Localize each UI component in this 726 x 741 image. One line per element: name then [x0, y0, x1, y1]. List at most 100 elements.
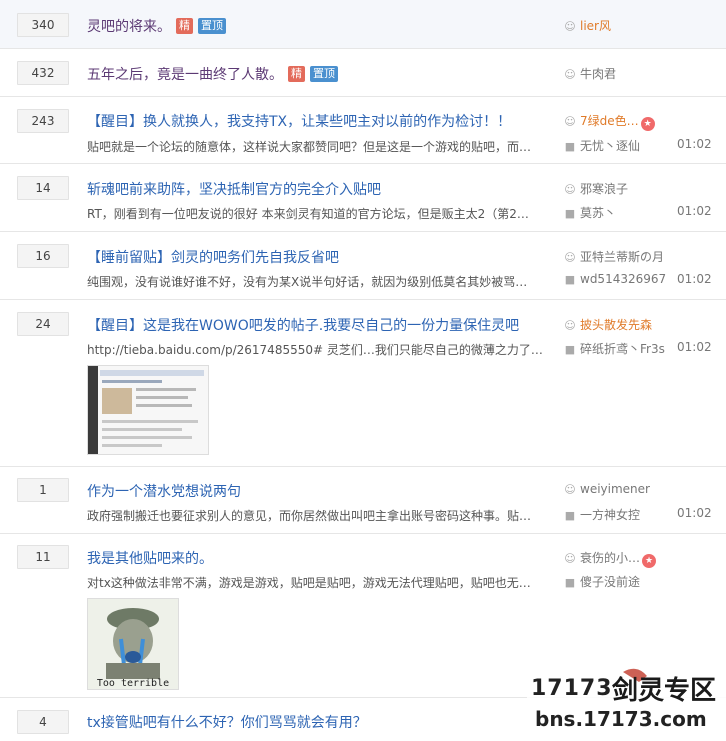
site-watermark-logo: 17173 剑灵专区 bns.17173.com	[527, 664, 726, 737]
reply-time: 01:02	[677, 506, 712, 520]
badge-featured: 精	[176, 18, 193, 34]
crying-soldier-image	[88, 599, 178, 689]
author-link[interactable]: weiyimener	[580, 482, 650, 496]
thread-abstract: http://tieba.baidu.com/p/2617485550# 灵芝们…	[87, 343, 542, 357]
user-icon: ☺	[564, 183, 576, 196]
thread-row: 1 作为一个潜水党想说两句 政府强制搬迁也要征求别人的意见，而你居然做出叫吧主拿…	[0, 467, 726, 534]
last-replier-link[interactable]: wd514326967	[580, 272, 666, 286]
thread-title: 灵吧的将来。精置顶	[87, 16, 226, 36]
author: ☺ lier风	[564, 17, 611, 34]
last-replier-link[interactable]: 一方神女控	[580, 508, 640, 522]
thread-title-link[interactable]: 【醒目】换人就换人，我支持TX，让某些吧主对以前的作为检讨！！	[87, 114, 511, 130]
last-replier: ■ 一方神女控	[564, 506, 640, 523]
reply-icon: ■	[564, 343, 576, 356]
reply-icon: ■	[564, 273, 576, 286]
author-link[interactable]: 披头散发先森	[580, 318, 652, 332]
author-link[interactable]: 衰伤的小…	[580, 551, 640, 565]
user-icon: ☺	[564, 552, 576, 565]
author: ☺ 牛肉君	[564, 65, 616, 82]
thread-row: 14 斩魂吧前来助阵，坚决抵制官方的完全介入贴吧 RT，刚看到有一位吧友说的很好…	[0, 164, 726, 232]
screenshot-thumbnail[interactable]	[87, 365, 209, 455]
last-replier-link[interactable]: 无忧丶逐仙	[580, 139, 640, 153]
reply-count: 340	[17, 13, 69, 37]
last-replier: ■ wd514326967	[564, 272, 666, 286]
medal-icon: ★	[640, 117, 655, 131]
reply-time: 01:02	[677, 204, 712, 218]
thread-abstract: RT，刚看到有一位吧友说的很好 本来剑灵有知道的官方论坛，但是贩主太2（第2…	[87, 207, 529, 221]
author: ☺ 披头散发先森	[564, 316, 652, 333]
watermark-site: 17173	[531, 676, 613, 701]
thread-title: 作为一个潜水党想说两句	[87, 481, 241, 501]
user-icon: ☺	[564, 319, 576, 332]
reply-time: 01:02	[677, 340, 712, 354]
watermark-url: bns.17173.com	[535, 707, 707, 731]
last-replier: ■ 无忧丶逐仙	[564, 137, 640, 154]
thread-title-link[interactable]: 【睡前留贴】剑灵的吧务们先自我反省吧	[87, 250, 339, 266]
thread-abstract: 纯围观，没有说谁好谁不好，没有为某X说半句好话，就因为级别低莫名其妙被骂…	[87, 275, 528, 289]
user-icon: ☺	[564, 483, 576, 496]
thread-abstract: 政府强制搬迁也要征求别人的意见，而你居然做出叫吧主拿出账号密码这种事。贴…	[87, 509, 532, 523]
author: ☺ 7绿de色… ★	[564, 112, 655, 131]
thread-title-link[interactable]: 【醒目】这是我在WOWO吧发的帖子.我要尽自己的一份力量保住灵吧	[87, 318, 519, 334]
thread-row: 24 【醒目】这是我在WOWO吧发的帖子.我要尽自己的一份力量保住灵吧 http…	[0, 300, 726, 467]
thread-row: 243 【醒目】换人就换人，我支持TX，让某些吧主对以前的作为检讨！！ 贴吧就是…	[0, 97, 726, 164]
last-replier-link[interactable]: 碎纸折鸢丶Fr3s	[580, 342, 665, 356]
reply-icon: ■	[564, 509, 576, 522]
thread-title: 我是其他贴吧来的。	[87, 548, 213, 568]
user-icon: ☺	[564, 251, 576, 264]
reply-icon: ■	[564, 576, 576, 589]
author-link[interactable]: 邪寒浪子	[580, 182, 628, 196]
thread-abstract: 贴吧就是一个论坛的随意体，这样说大家都赞同吧？但是这是一个游戏的贴吧，而…	[87, 140, 532, 154]
badge-pinned: 置顶	[310, 66, 338, 82]
user-icon: ☺	[564, 115, 576, 128]
author: ☺ weiyimener	[564, 482, 650, 496]
thread-title: 【醒目】换人就换人，我支持TX，让某些吧主对以前的作为检讨！！	[87, 111, 511, 131]
thread-title-link[interactable]: 灵吧的将来。	[87, 19, 171, 35]
reply-count: 432	[17, 61, 69, 85]
thread-title-link[interactable]: 作为一个潜水党想说两句	[87, 484, 241, 500]
reply-count: 11	[17, 545, 69, 569]
author: ☺ 衰伤的小… ★	[564, 549, 657, 568]
reply-count: 14	[17, 176, 69, 200]
thread-title-link[interactable]: 斩魂吧前来助阵，坚决抵制官方的完全介入贴吧	[87, 182, 381, 198]
meme-thumbnail[interactable]: Too terrible	[87, 598, 179, 690]
meme-caption: Too terrible	[96, 678, 170, 689]
thread-title: tx接管贴吧有什么不好？你们骂骂就会有用？	[87, 712, 367, 732]
author-link[interactable]: 牛肉君	[580, 67, 616, 81]
author: ☺ 亚特兰蒂斯の月	[564, 248, 664, 265]
reply-count: 16	[17, 244, 69, 268]
last-replier: ■ 碎纸折鸢丶Fr3s	[564, 340, 665, 357]
reply-count: 243	[17, 109, 69, 133]
thread-row: 432 五年之后，竟是一曲终了人散。精置顶 ☺ 牛肉君	[0, 49, 726, 97]
thread-title-link[interactable]: 我是其他贴吧来的。	[87, 551, 213, 567]
author: ☺ 邪寒浪子	[564, 180, 628, 197]
reply-count: 1	[17, 478, 69, 502]
badge-pinned: 置顶	[198, 18, 226, 34]
user-icon: ☺	[564, 20, 576, 33]
author-link[interactable]: 亚特兰蒂斯の月	[580, 250, 664, 264]
reply-icon: ■	[564, 140, 576, 153]
thread-title: 【醒目】这是我在WOWO吧发的帖子.我要尽自己的一份力量保住灵吧	[87, 315, 519, 335]
watermark-zone: 剑灵专区	[612, 676, 717, 706]
user-icon: ☺	[564, 68, 576, 81]
thread-title-link[interactable]: tx接管贴吧有什么不好？你们骂骂就会有用？	[87, 715, 367, 731]
last-replier: ■ 傻子没前途	[564, 573, 640, 590]
reply-count: 4	[17, 710, 69, 734]
last-replier: ■ 莫苏丶	[564, 204, 616, 221]
last-replier-link[interactable]: 莫苏丶	[580, 206, 616, 220]
screenshot-thumbnail-image	[88, 366, 208, 454]
author-link[interactable]: lier风	[580, 19, 611, 33]
thread-title-link[interactable]: 五年之后，竟是一曲终了人散。	[87, 67, 283, 83]
reply-icon: ■	[564, 207, 576, 220]
badge-featured: 精	[288, 66, 305, 82]
medal-icon: ★	[642, 554, 657, 568]
thread-title: 五年之后，竟是一曲终了人散。精置顶	[87, 64, 338, 84]
thread-title: 斩魂吧前来助阵，坚决抵制官方的完全介入贴吧	[87, 179, 381, 199]
reply-time: 01:02	[677, 272, 712, 286]
reply-time: 01:02	[677, 137, 712, 151]
thread-row: 16 【睡前留贴】剑灵的吧务们先自我反省吧 纯围观，没有说谁好谁不好，没有为某X…	[0, 232, 726, 300]
author-link[interactable]: 7绿de色…	[580, 114, 639, 128]
thread-abstract: 对tx这种做法非常不满，游戏是游戏，贴吧是贴吧，游戏无法代理贴吧，贴吧也无…	[87, 576, 531, 590]
last-replier-link[interactable]: 傻子没前途	[580, 575, 640, 589]
thread-title: 【睡前留贴】剑灵的吧务们先自我反省吧	[87, 247, 339, 267]
